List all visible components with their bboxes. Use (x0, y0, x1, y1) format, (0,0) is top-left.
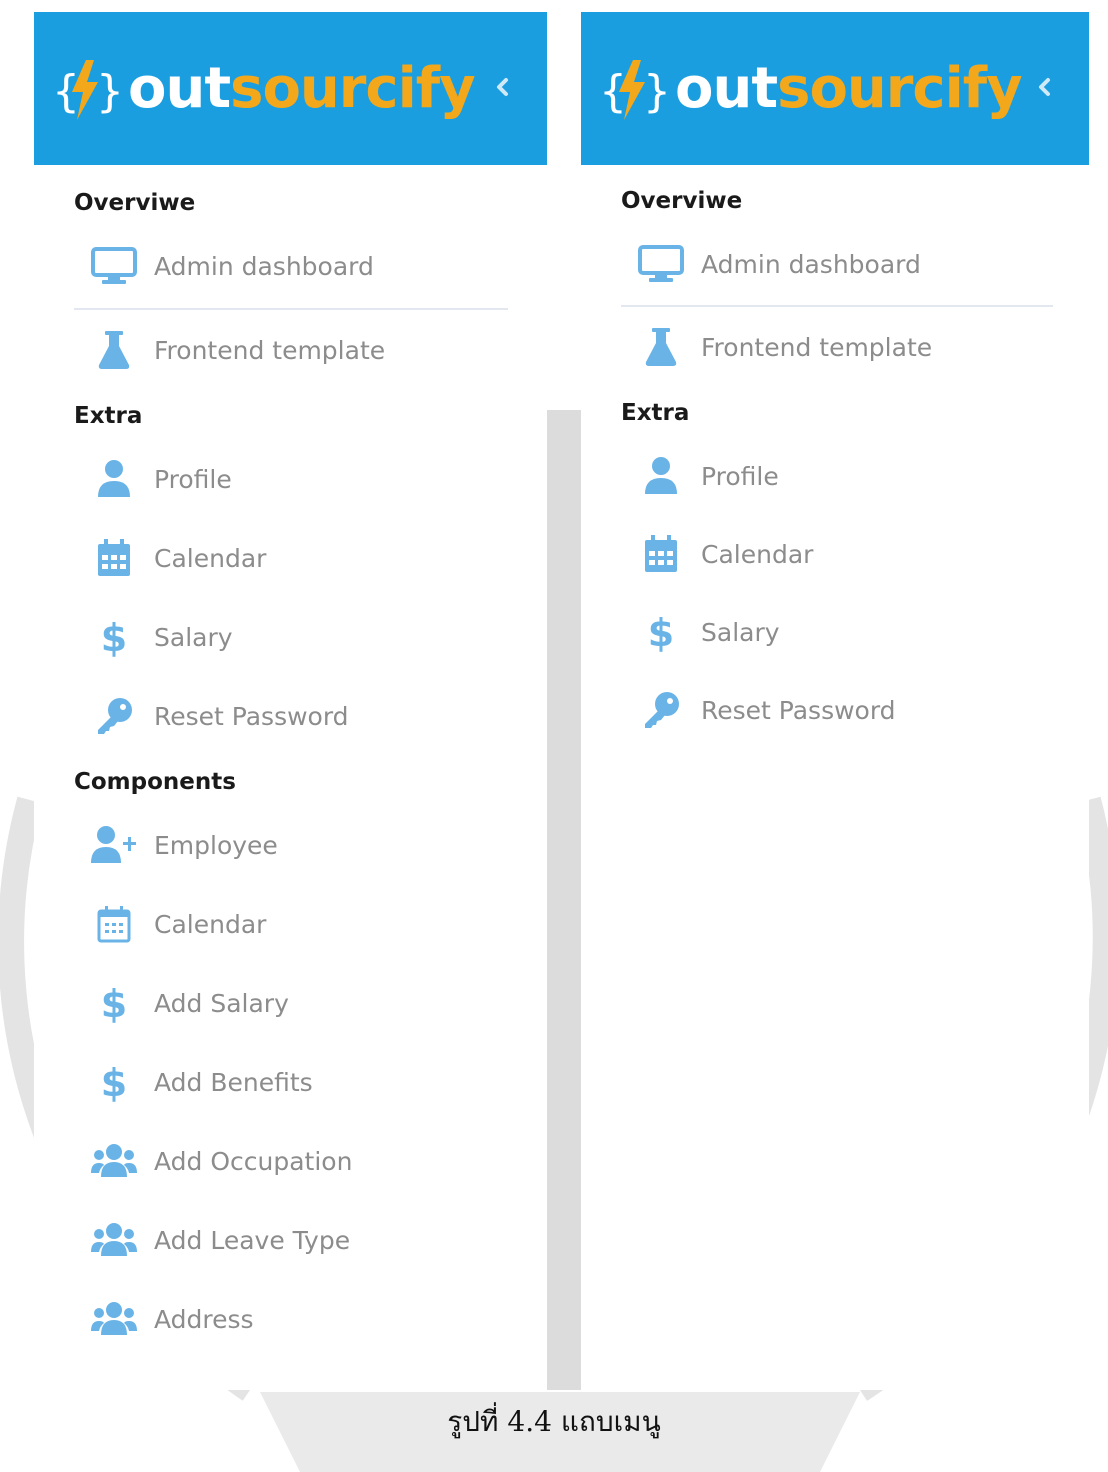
menu-item-profile[interactable]: Profile (90, 457, 232, 501)
section-extra: Extra (621, 400, 690, 426)
calendar-icon (90, 538, 138, 578)
menu-item-label: Admin dashboard (701, 249, 921, 279)
flask-icon (90, 330, 138, 370)
brand-logo[interactable]: { } outsourcify (52, 54, 476, 124)
sidebar-expanded: { } outsourcify Overviwe Admin dashboard… (34, 12, 547, 1390)
dollar-icon: $ (637, 612, 685, 652)
menu-item-label: Calendar (154, 909, 267, 939)
menu-item-label: Address (154, 1304, 254, 1334)
svg-text:$: $ (101, 983, 127, 1023)
sidebar-header: { } outsourcify (581, 12, 1089, 165)
svg-text:$: $ (648, 612, 674, 652)
users-icon (90, 1299, 138, 1339)
menu-item-calendar[interactable]: Calendar (637, 532, 813, 576)
section-overview: Overviwe (621, 188, 743, 214)
dollar-icon: $ (90, 617, 138, 657)
brand-name: outsourcify (128, 56, 476, 121)
calendar-outline-icon (90, 904, 138, 944)
dollar-icon: $ (90, 983, 138, 1023)
menu-item-frontend-template[interactable]: Frontend template (637, 325, 932, 369)
svg-text:$: $ (101, 617, 127, 657)
menu-item-frontend-template[interactable]: Frontend template (90, 328, 385, 372)
menu-item-add-leave-type[interactable]: Add Leave Type (90, 1218, 350, 1262)
divider (621, 305, 1053, 307)
chevron-left-icon[interactable] (493, 74, 513, 100)
menu-item-calendar[interactable]: Calendar (90, 536, 266, 580)
menu-item-label: Calendar (701, 539, 814, 569)
menu-item-label: Salary (701, 617, 780, 647)
menu-item-reset-password[interactable]: Reset Password (90, 694, 349, 738)
menu-item-label: Profile (154, 464, 232, 494)
menu-item-label: Profile (701, 461, 779, 491)
section-overview: Overviwe (74, 190, 196, 216)
menu-item-label: Employee (154, 830, 278, 860)
menu-item-address[interactable]: Address (90, 1297, 254, 1341)
menu-item-label: Reset Password (701, 695, 896, 725)
menu-item-add-salary[interactable]: $ Add Salary (90, 981, 289, 1025)
svg-text:}: } (643, 66, 667, 117)
user-icon (637, 456, 685, 496)
figure-caption: รูปที่ 4.4 แถบเมนู (447, 1405, 661, 1438)
sidebar-header: { } outsourcify (34, 12, 547, 165)
menu-item-add-benefits[interactable]: $ Add Benefits (90, 1060, 313, 1104)
sidebar-collapsed-section: { } outsourcify Overviwe Admin dashboard… (581, 12, 1089, 1390)
bolt-logo-icon: { } (52, 60, 120, 120)
menu-item-label: Calendar (154, 543, 267, 573)
menu-item-label: Salary (154, 622, 233, 652)
chevron-left-icon[interactable] (1035, 74, 1055, 100)
divider (74, 308, 508, 310)
menu-item-employee[interactable]: Employee (90, 823, 278, 867)
menu-item-salary[interactable]: $ Salary (90, 615, 233, 659)
menu-item-label: Admin dashboard (154, 251, 374, 281)
menu-item-label: Add Benefits (154, 1067, 313, 1097)
flask-icon (637, 327, 685, 367)
user-icon (90, 459, 138, 499)
svg-text:}: } (96, 66, 120, 117)
menu-item-label: Add Leave Type (154, 1225, 351, 1255)
section-extra: Extra (74, 403, 143, 429)
menu-item-label: Add Occupation (154, 1146, 353, 1176)
menu-item-admin-dashboard[interactable]: Admin dashboard (90, 244, 374, 288)
dollar-icon: $ (90, 1062, 138, 1102)
brand-logo[interactable]: { } outsourcify (599, 54, 1023, 124)
key-icon (90, 696, 138, 736)
menu-item-label: Add Salary (154, 988, 289, 1018)
brand-name: outsourcify (675, 56, 1023, 121)
menu-item-label: Frontend template (701, 332, 933, 362)
users-icon (90, 1220, 138, 1260)
svg-text:$: $ (101, 1062, 127, 1102)
menu-item-salary[interactable]: $ Salary (637, 610, 780, 654)
monitor-icon (90, 246, 138, 286)
calendar-icon (637, 534, 685, 574)
users-icon (90, 1141, 138, 1181)
menu-item-profile[interactable]: Profile (637, 454, 779, 498)
monitor-icon (637, 244, 685, 284)
bolt-logo-icon: { } (599, 60, 667, 120)
menu-item-label: Frontend template (154, 335, 386, 365)
menu-item-add-occupation[interactable]: Add Occupation (90, 1139, 352, 1183)
key-icon (637, 690, 685, 730)
menu-item-label: Reset Password (154, 701, 349, 731)
menu-item-calendar-2[interactable]: Calendar (90, 902, 266, 946)
menu-item-admin-dashboard[interactable]: Admin dashboard (637, 242, 921, 286)
user-plus-icon (90, 825, 138, 865)
menu-item-reset-password[interactable]: Reset Password (637, 688, 896, 732)
section-components: Components (74, 769, 236, 795)
